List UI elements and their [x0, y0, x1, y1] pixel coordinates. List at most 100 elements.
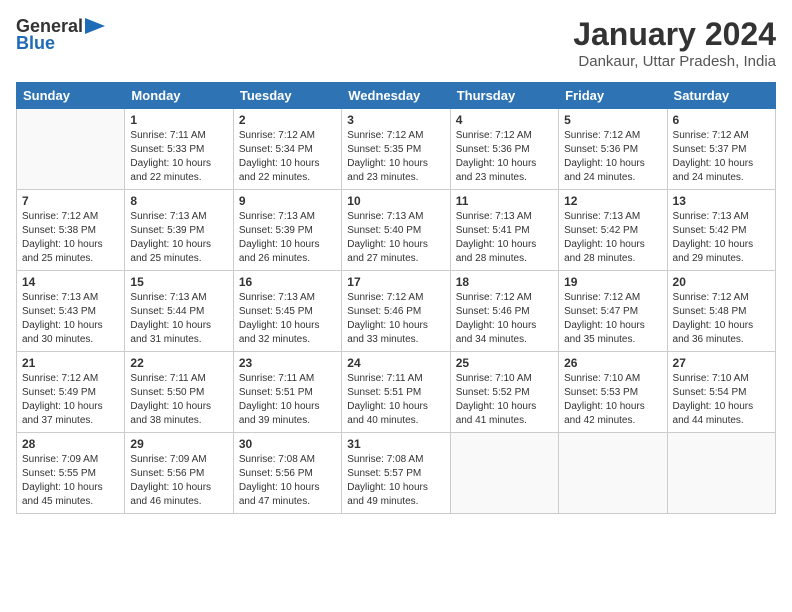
day-number: 22: [130, 356, 227, 370]
day-info: Sunrise: 7:12 AM Sunset: 5:38 PM Dayligh…: [22, 210, 119, 266]
day-number: 14: [22, 275, 119, 289]
day-info: Sunrise: 7:10 AM Sunset: 5:52 PM Dayligh…: [456, 372, 553, 428]
calendar-cell: 27 Sunrise: 7:10 AM Sunset: 5:54 PM Dayli…: [667, 352, 775, 433]
day-info: Sunrise: 7:10 AM Sunset: 5:53 PM Dayligh…: [564, 372, 661, 428]
day-info: Sunrise: 7:12 AM Sunset: 5:46 PM Dayligh…: [456, 291, 553, 347]
day-info: Sunrise: 7:12 AM Sunset: 5:49 PM Dayligh…: [22, 372, 119, 428]
day-info: Sunrise: 7:12 AM Sunset: 5:47 PM Dayligh…: [564, 291, 661, 347]
calendar-cell: 9 Sunrise: 7:13 AM Sunset: 5:39 PM Daylig…: [233, 190, 341, 271]
day-info: Sunrise: 7:13 AM Sunset: 5:39 PM Dayligh…: [130, 210, 227, 266]
calendar-cell: 3 Sunrise: 7:12 AM Sunset: 5:35 PM Daylig…: [342, 109, 450, 190]
calendar-cell: 7 Sunrise: 7:12 AM Sunset: 5:38 PM Daylig…: [17, 190, 125, 271]
calendar-cell: 11 Sunrise: 7:13 AM Sunset: 5:41 PM Dayli…: [450, 190, 558, 271]
day-number: 7: [22, 194, 119, 208]
calendar-cell: 13Sunrise: 7:13 AM Sunset: 5:42 PM Dayli…: [667, 190, 775, 271]
calendar-cell: 17 Sunrise: 7:12 AM Sunset: 5:46 PM Dayli…: [342, 271, 450, 352]
calendar-cell: 31 Sunrise: 7:08 AM Sunset: 5:57 PM Dayli…: [342, 433, 450, 514]
day-info: Sunrise: 7:12 AM Sunset: 5:36 PM Dayligh…: [564, 129, 661, 185]
calendar-cell: 18 Sunrise: 7:12 AM Sunset: 5:46 PM Dayli…: [450, 271, 558, 352]
calendar-cell: 14Sunrise: 7:13 AM Sunset: 5:43 PM Dayli…: [17, 271, 125, 352]
calendar-cell: 19Sunrise: 7:12 AM Sunset: 5:47 PM Dayli…: [559, 271, 667, 352]
day-info: Sunrise: 7:13 AM Sunset: 5:45 PM Dayligh…: [239, 291, 336, 347]
day-info: Sunrise: 7:12 AM Sunset: 5:46 PM Dayligh…: [347, 291, 444, 347]
header-cell-monday: Monday: [125, 83, 233, 109]
calendar-cell: 8 Sunrise: 7:13 AM Sunset: 5:39 PM Daylig…: [125, 190, 233, 271]
day-info: Sunrise: 7:10 AM Sunset: 5:54 PM Dayligh…: [673, 372, 770, 428]
calendar-header-row: SundayMondayTuesdayWednesdayThursdayFrid…: [17, 83, 776, 109]
page-header: General Blue January 2024 Dankaur, Uttar…: [16, 16, 776, 70]
week-row-3: 14Sunrise: 7:13 AM Sunset: 5:43 PM Dayli…: [17, 271, 776, 352]
day-number: 10: [347, 194, 444, 208]
day-number: 16: [239, 275, 336, 289]
logo-icon: [85, 18, 105, 34]
day-number: 8: [130, 194, 227, 208]
day-number: 3: [347, 113, 444, 127]
day-info: Sunrise: 7:12 AM Sunset: 5:34 PM Dayligh…: [239, 129, 336, 185]
header-cell-wednesday: Wednesday: [342, 83, 450, 109]
header-cell-saturday: Saturday: [667, 83, 775, 109]
day-number: 30: [239, 437, 336, 451]
day-number: 17: [347, 275, 444, 289]
day-info: Sunrise: 7:11 AM Sunset: 5:51 PM Dayligh…: [347, 372, 444, 428]
logo: General Blue: [16, 16, 105, 54]
day-number: 9: [239, 194, 336, 208]
calendar-cell: 6Sunrise: 7:12 AM Sunset: 5:37 PM Daylig…: [667, 109, 775, 190]
day-info: Sunrise: 7:13 AM Sunset: 5:41 PM Dayligh…: [456, 210, 553, 266]
logo-blue-text: Blue: [16, 33, 55, 54]
calendar-cell: 5 Sunrise: 7:12 AM Sunset: 5:36 PM Daylig…: [559, 109, 667, 190]
day-info: Sunrise: 7:09 AM Sunset: 5:56 PM Dayligh…: [130, 453, 227, 509]
day-info: Sunrise: 7:11 AM Sunset: 5:50 PM Dayligh…: [130, 372, 227, 428]
day-number: 4: [456, 113, 553, 127]
day-number: 12: [564, 194, 661, 208]
day-info: Sunrise: 7:09 AM Sunset: 5:55 PM Dayligh…: [22, 453, 119, 509]
day-number: 2: [239, 113, 336, 127]
day-info: Sunrise: 7:12 AM Sunset: 5:36 PM Dayligh…: [456, 129, 553, 185]
calendar-cell: 2 Sunrise: 7:12 AM Sunset: 5:34 PM Daylig…: [233, 109, 341, 190]
day-number: 18: [456, 275, 553, 289]
calendar-cell: 21Sunrise: 7:12 AM Sunset: 5:49 PM Dayli…: [17, 352, 125, 433]
day-number: 29: [130, 437, 227, 451]
header-cell-thursday: Thursday: [450, 83, 558, 109]
calendar-cell: 15Sunrise: 7:13 AM Sunset: 5:44 PM Dayli…: [125, 271, 233, 352]
calendar-cell: 10 Sunrise: 7:13 AM Sunset: 5:40 PM Dayli…: [342, 190, 450, 271]
day-info: Sunrise: 7:13 AM Sunset: 5:39 PM Dayligh…: [239, 210, 336, 266]
calendar-cell: 25 Sunrise: 7:10 AM Sunset: 5:52 PM Dayli…: [450, 352, 558, 433]
day-number: 23: [239, 356, 336, 370]
day-number: 1: [130, 113, 227, 127]
day-number: 25: [456, 356, 553, 370]
calendar-body: 1 Sunrise: 7:11 AM Sunset: 5:33 PM Daylig…: [17, 109, 776, 514]
calendar-cell: [559, 433, 667, 514]
week-row-4: 21Sunrise: 7:12 AM Sunset: 5:49 PM Dayli…: [17, 352, 776, 433]
calendar-cell: 1 Sunrise: 7:11 AM Sunset: 5:33 PM Daylig…: [125, 109, 233, 190]
calendar-cell: 28 Sunrise: 7:09 AM Sunset: 5:55 PM Dayli…: [17, 433, 125, 514]
day-number: 5: [564, 113, 661, 127]
day-info: Sunrise: 7:11 AM Sunset: 5:33 PM Dayligh…: [130, 129, 227, 185]
calendar-cell: 23 Sunrise: 7:11 AM Sunset: 5:51 PM Dayli…: [233, 352, 341, 433]
calendar-cell: 30Sunrise: 7:08 AM Sunset: 5:56 PM Dayli…: [233, 433, 341, 514]
day-info: Sunrise: 7:13 AM Sunset: 5:40 PM Dayligh…: [347, 210, 444, 266]
day-number: 28: [22, 437, 119, 451]
calendar-cell: 24 Sunrise: 7:11 AM Sunset: 5:51 PM Dayli…: [342, 352, 450, 433]
day-number: 20: [673, 275, 770, 289]
day-number: 13: [673, 194, 770, 208]
day-info: Sunrise: 7:11 AM Sunset: 5:51 PM Dayligh…: [239, 372, 336, 428]
calendar-cell: 22 Sunrise: 7:11 AM Sunset: 5:50 PM Dayli…: [125, 352, 233, 433]
day-number: 27: [673, 356, 770, 370]
day-info: Sunrise: 7:12 AM Sunset: 5:48 PM Dayligh…: [673, 291, 770, 347]
day-info: Sunrise: 7:08 AM Sunset: 5:57 PM Dayligh…: [347, 453, 444, 509]
location-title: Dankaur, Uttar Pradesh, India: [573, 53, 776, 70]
day-number: 15: [130, 275, 227, 289]
day-number: 31: [347, 437, 444, 451]
week-row-1: 1 Sunrise: 7:11 AM Sunset: 5:33 PM Daylig…: [17, 109, 776, 190]
title-block: January 2024 Dankaur, Uttar Pradesh, Ind…: [573, 16, 776, 70]
calendar-cell: 26Sunrise: 7:10 AM Sunset: 5:53 PM Dayli…: [559, 352, 667, 433]
day-info: Sunrise: 7:12 AM Sunset: 5:35 PM Dayligh…: [347, 129, 444, 185]
calendar-cell: [450, 433, 558, 514]
header-cell-friday: Friday: [559, 83, 667, 109]
day-number: 24: [347, 356, 444, 370]
day-number: 11: [456, 194, 553, 208]
header-cell-sunday: Sunday: [17, 83, 125, 109]
calendar-cell: 29 Sunrise: 7:09 AM Sunset: 5:56 PM Dayli…: [125, 433, 233, 514]
week-row-5: 28 Sunrise: 7:09 AM Sunset: 5:55 PM Dayli…: [17, 433, 776, 514]
calendar-cell: 16 Sunrise: 7:13 AM Sunset: 5:45 PM Dayli…: [233, 271, 341, 352]
